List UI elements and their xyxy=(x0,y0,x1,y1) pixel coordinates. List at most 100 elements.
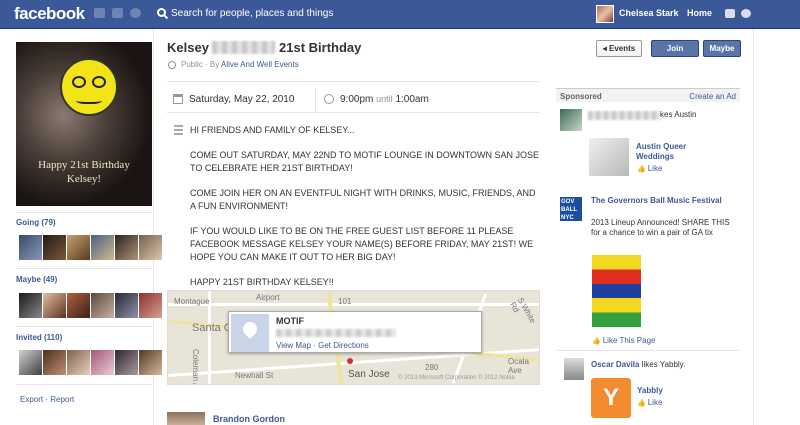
events-back-button[interactable]: ◂ Events xyxy=(596,40,642,57)
divider xyxy=(556,350,740,351)
invited-link[interactable]: Invited (110) xyxy=(16,333,62,342)
like-page-link[interactable]: Like This Page xyxy=(592,336,656,345)
yabbly-logo-icon[interactable]: Y xyxy=(591,378,631,418)
map-label: 101 xyxy=(338,297,352,306)
guest-thumbnail[interactable] xyxy=(115,293,138,318)
post-author-avatar[interactable] xyxy=(167,412,205,425)
guest-thumbnail[interactable] xyxy=(19,293,42,318)
map-pin-box xyxy=(231,314,269,352)
search-input[interactable]: Search for people, places and things xyxy=(171,8,333,19)
divider xyxy=(16,268,152,269)
going-link[interactable]: Going (79) xyxy=(16,218,56,227)
smiley-mouth xyxy=(76,96,102,104)
post-author-name[interactable]: Brandon Gordon xyxy=(213,414,285,424)
privacy-shortcuts-icon[interactable] xyxy=(725,9,735,18)
map-location-marker[interactable] xyxy=(347,358,353,364)
guest-thumbnail[interactable] xyxy=(115,350,138,375)
get-directions-link[interactable]: Get Directions xyxy=(318,341,369,350)
settings-gear-icon[interactable] xyxy=(741,9,751,18)
map-label: Newhall St xyxy=(235,371,274,380)
ad-title[interactable]: The Governors Ball Music Festival xyxy=(591,196,741,206)
guest-thumbnail[interactable] xyxy=(67,293,90,318)
guest-thumbnail[interactable] xyxy=(91,350,114,375)
friend-avatar[interactable] xyxy=(560,109,582,131)
event-subtitle: Public · By Alive And Well Events xyxy=(181,60,299,69)
guest-thumbnail[interactable] xyxy=(91,235,114,260)
sponsored-label: Sponsored xyxy=(560,92,602,101)
going-thumbnails xyxy=(19,235,162,260)
join-button[interactable]: Join xyxy=(651,40,699,57)
map-label: Santa C xyxy=(192,322,232,334)
friend-requests-icon[interactable] xyxy=(94,8,105,18)
redacted-address xyxy=(276,329,396,337)
description-paragraph: HAPPY 21ST BIRTHDAY KELSEY!! xyxy=(190,277,334,287)
guest-thumbnail[interactable] xyxy=(19,350,42,375)
description-paragraph: COME JOIN HER ON AN EVENTFUL NIGHT WITH … xyxy=(190,188,536,211)
ad-title[interactable]: Yabbly xyxy=(637,386,663,396)
map-road xyxy=(168,303,539,306)
guest-thumbnail[interactable] xyxy=(19,235,42,260)
event-title-suffix: 21st Birthday xyxy=(279,40,362,55)
divider xyxy=(16,212,152,213)
friend-name-link[interactable]: Oscar Davila xyxy=(591,360,639,369)
event-date: Saturday, May 22, 2010 xyxy=(189,94,295,105)
time-end: 1:00am xyxy=(395,94,429,105)
report-link[interactable]: Report xyxy=(50,395,74,404)
divider xyxy=(16,384,152,385)
export-link[interactable]: Export xyxy=(20,395,43,404)
ad-like-link[interactable]: Like xyxy=(637,398,663,407)
maybe-link[interactable]: Maybe (49) xyxy=(16,275,57,284)
guest-thumbnail[interactable] xyxy=(139,350,162,375)
photo-caption-line: Happy 21st Birthday xyxy=(38,159,130,171)
guest-thumbnail[interactable] xyxy=(43,235,66,260)
ad-body: 2013 Lineup Announced! SHARE THIS for a … xyxy=(591,218,730,237)
event-cover-photo[interactable]: Happy 21st Birthday Kelsey! xyxy=(16,42,152,206)
ad-like-link[interactable]: Like xyxy=(637,164,663,173)
description-paragraph: HI FRIENDS AND FAMILY OF KELSEY... xyxy=(190,125,355,135)
guest-thumbnail[interactable] xyxy=(67,235,90,260)
user-avatar[interactable] xyxy=(596,5,614,23)
guest-thumbnail[interactable] xyxy=(115,235,138,260)
sponsored-header: Sponsored Create an Ad xyxy=(556,88,740,102)
messages-icon[interactable] xyxy=(112,8,123,18)
view-map-link[interactable]: View Map xyxy=(276,341,311,350)
search-icon[interactable] xyxy=(157,8,166,17)
event-location-map[interactable]: Montague Airport 101 Santa C Coleman Ave… xyxy=(167,290,540,385)
create-ad-link[interactable]: Create an Ad xyxy=(689,92,736,101)
smiley-face-sticker xyxy=(60,58,118,116)
description-paragraph: COME OUT SATURDAY, MAY 22ND TO MOTIF LOU… xyxy=(190,150,540,173)
guest-thumbnail[interactable] xyxy=(43,293,66,318)
ad-poster-image[interactable] xyxy=(592,255,641,327)
user-name-link[interactable]: Chelsea Stark xyxy=(619,8,679,18)
map-label: Ocala Ave xyxy=(508,357,529,375)
guest-thumbnail[interactable] xyxy=(43,350,66,375)
guest-thumbnail[interactable] xyxy=(139,235,162,260)
by-prefix: · By xyxy=(202,60,222,69)
map-label: Montague xyxy=(174,297,210,306)
time-until: until xyxy=(376,94,393,104)
notifications-icon[interactable] xyxy=(130,8,141,18)
map-label: San Jose xyxy=(348,369,390,380)
privacy-label: Public xyxy=(181,60,203,69)
map-links: View Map · Get Directions xyxy=(276,341,369,350)
calendar-icon xyxy=(173,94,183,104)
ad-logo[interactable]: GOV BALL NYC xyxy=(560,197,582,221)
home-link[interactable]: Home xyxy=(687,8,712,18)
ad-title[interactable]: Austin Queer Weddings xyxy=(636,142,716,162)
guest-thumbnail[interactable] xyxy=(91,293,114,318)
guest-thumbnail[interactable] xyxy=(139,293,162,318)
divider xyxy=(315,89,316,111)
host-link[interactable]: Alive And Well Events xyxy=(221,60,299,69)
redacted-friend-name xyxy=(588,111,660,120)
invited-thumbnails xyxy=(19,350,162,375)
guest-thumbnail[interactable] xyxy=(67,350,90,375)
maybe-button[interactable]: Maybe xyxy=(703,40,741,57)
column-divider xyxy=(753,29,754,425)
description-icon xyxy=(174,125,183,135)
facebook-logo[interactable]: facebook xyxy=(14,4,85,24)
event-title: Kelsey xyxy=(167,40,209,55)
photo-caption-line: Kelsey! xyxy=(66,173,102,185)
divider xyxy=(16,326,152,327)
friend-avatar[interactable] xyxy=(564,358,584,380)
ad-image[interactable] xyxy=(589,138,629,176)
